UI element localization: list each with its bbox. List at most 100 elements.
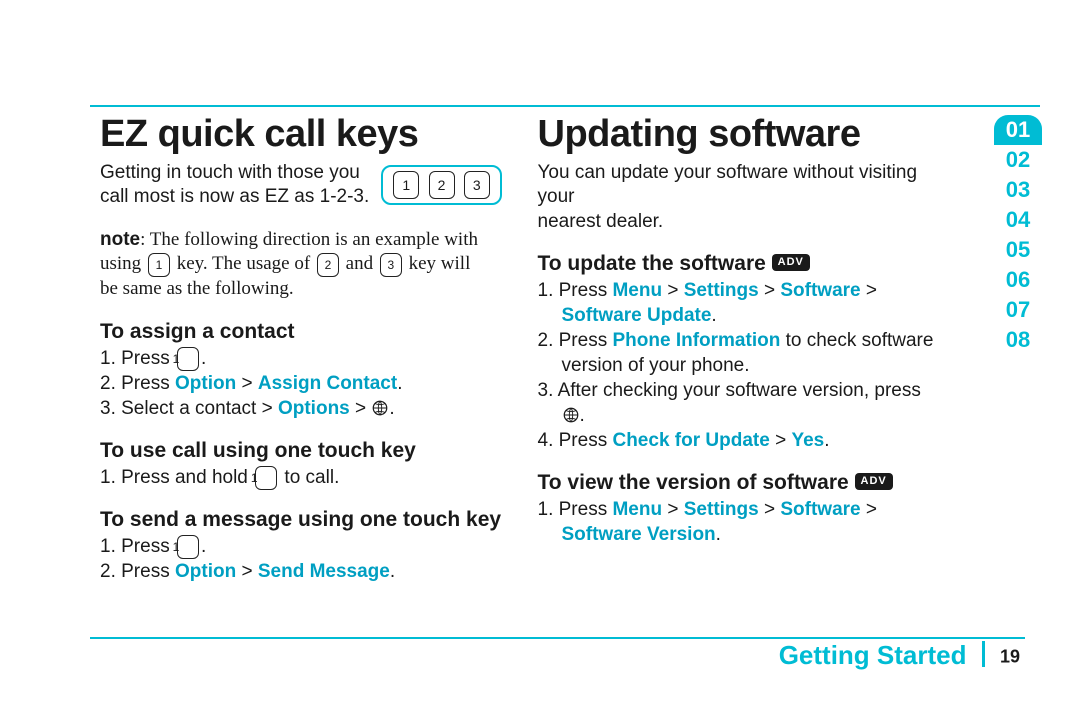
key-1-icon: 1 (393, 171, 419, 199)
sidenav-item-07[interactable]: 07 (994, 295, 1042, 325)
upd-s2c: to check software (780, 330, 933, 351)
note-line-3: be same as the following. (100, 278, 294, 299)
subheading-assign-contact: To assign a contact (100, 320, 508, 344)
upd-s1a: 1. Press (538, 280, 613, 301)
sendmsg-s1b: . (201, 536, 206, 557)
assign-s2a: 2. Press (100, 373, 175, 394)
assign-s1b: . (201, 348, 206, 369)
key-1-inline-icon: 1 (177, 347, 199, 371)
heading-updating-software: Updating software (538, 115, 946, 155)
note-line-2a: using (100, 253, 146, 274)
key-1-inline3-icon: 1 (177, 535, 199, 559)
assign-s1a: 1. Press (100, 348, 175, 369)
key-badge-1-2-3: 1 2 3 (381, 165, 502, 205)
upd-s2a: 2. Press (538, 330, 613, 351)
chapter-sidenav: 01 02 03 04 05 06 07 08 (994, 115, 1042, 355)
vv-s1c: > (662, 499, 684, 520)
upd-s1e: > (759, 280, 781, 301)
key-3-icon: 3 (464, 171, 490, 199)
note-line-1: : The following direction is an example … (140, 229, 478, 250)
vv-s1-menu: Menu (612, 499, 662, 520)
sidenav-item-04[interactable]: 04 (994, 205, 1042, 235)
update-sw-title: To update the software (538, 252, 772, 275)
note-line-2b: key. The usage of (172, 253, 315, 274)
sidenav-item-01[interactable]: 01 (994, 115, 1042, 145)
vv-s1a: 1. Press (538, 499, 613, 520)
assign-s2-assign-contact: Assign Contact (258, 373, 397, 394)
globe-icon (371, 399, 389, 417)
note-line-2d: key will (404, 253, 471, 274)
vv-s1-settings: Settings (684, 499, 759, 520)
key-2-icon: 2 (429, 171, 455, 199)
key-1-small-icon: 1 (148, 253, 170, 277)
sendmsg-s2c: > (236, 561, 258, 582)
vv-s1-software-version: Software Version (562, 524, 716, 545)
sidenav-item-06[interactable]: 06 (994, 265, 1042, 295)
update-intro-l2: nearest dealer. (538, 211, 664, 232)
view-version-title: To view the version of software (538, 471, 855, 494)
sendmsg-s2a: 2. Press (100, 561, 175, 582)
left-column: EZ quick call keys Getting in touch with… (100, 115, 508, 649)
assign-s3c: > (350, 398, 372, 419)
upd-s3a: 3. After checking your software version,… (538, 380, 921, 401)
assign-s2e: . (397, 373, 402, 394)
assign-steps: 1. Press 1. 2. Press Option > Assign Con… (100, 346, 508, 421)
page-body: EZ quick call keys Getting in touch with… (100, 115, 945, 649)
vv-s1g: > (861, 499, 877, 520)
footer-divider (90, 637, 1025, 639)
footer-bar-icon (982, 641, 985, 667)
assign-s2c: > (236, 373, 258, 394)
adv-badge-icon-2: ADV (855, 473, 893, 490)
sendmsg-s2e: . (390, 561, 395, 582)
usecall-s1b: to call. (279, 467, 339, 488)
sendmsg-s2-option: Option (175, 561, 236, 582)
use-call-steps: 1. Press and hold 1 to call. (100, 465, 508, 490)
vv-s1-software: Software (780, 499, 860, 520)
upd-s4e: . (824, 430, 829, 451)
assign-s3d: . (389, 398, 394, 419)
subheading-update-software: To update the software ADV (538, 252, 946, 276)
upd-s1c: > (662, 280, 684, 301)
upd-s1-settings: Settings (684, 280, 759, 301)
vv-s1e: > (759, 499, 781, 520)
key-3-small-icon: 3 (380, 253, 402, 277)
assign-s3a: 3. Select a contact > (100, 398, 278, 419)
upd-s1i: . (711, 305, 716, 326)
intro-line-1: Getting in touch with those you (100, 162, 360, 183)
update-sw-steps: 1. Press Menu > Settings > Software > So… (538, 278, 946, 454)
usecall-s1a: 1. Press and hold (100, 467, 253, 488)
upd-s1g: > (861, 280, 877, 301)
assign-s2-option: Option (175, 373, 236, 394)
globe-icon-2 (562, 406, 580, 424)
key-1-inline2-icon: 1 (255, 466, 277, 490)
subheading-send-message: To send a message using one touch key (100, 508, 508, 532)
sidenav-item-02[interactable]: 02 (994, 145, 1042, 175)
sidenav-item-03[interactable]: 03 (994, 175, 1042, 205)
page-footer: Getting Started 19 (779, 640, 1020, 671)
upd-s4a: 4. Press (538, 430, 613, 451)
note-block: note: The following direction is an exam… (100, 228, 508, 302)
sidenav-item-08[interactable]: 08 (994, 325, 1042, 355)
upd-s4c: > (770, 430, 792, 451)
footer-page-number: 19 (1000, 647, 1020, 667)
top-divider (90, 105, 1040, 107)
footer-section-title: Getting Started (779, 640, 967, 670)
key-2-small-icon: 2 (317, 253, 339, 277)
intro-line-2: call most is now as EZ as 1-2-3. (100, 186, 369, 207)
subheading-use-call: To use call using one touch key (100, 439, 508, 463)
assign-s3-options: Options (278, 398, 350, 419)
note-label: note (100, 229, 140, 250)
sendmsg-s1a: 1. Press (100, 536, 175, 557)
upd-s4-check: Check for Update (612, 430, 769, 451)
upd-s1-software-update: Software Update (562, 305, 712, 326)
intro-row: Getting in touch with those you call mos… (100, 161, 508, 210)
vv-s1i: . (716, 524, 721, 545)
heading-ez-quick-call-keys: EZ quick call keys (100, 115, 508, 155)
sendmsg-s2-send-message: Send Message (258, 561, 390, 582)
upd-s2d: version of your phone. (562, 355, 750, 376)
upd-s1-menu: Menu (612, 280, 662, 301)
note-line-2c: and (341, 253, 378, 274)
upd-s2-phone-info: Phone Information (612, 330, 780, 351)
sidenav-item-05[interactable]: 05 (994, 235, 1042, 265)
upd-s4-yes: Yes (791, 430, 824, 451)
